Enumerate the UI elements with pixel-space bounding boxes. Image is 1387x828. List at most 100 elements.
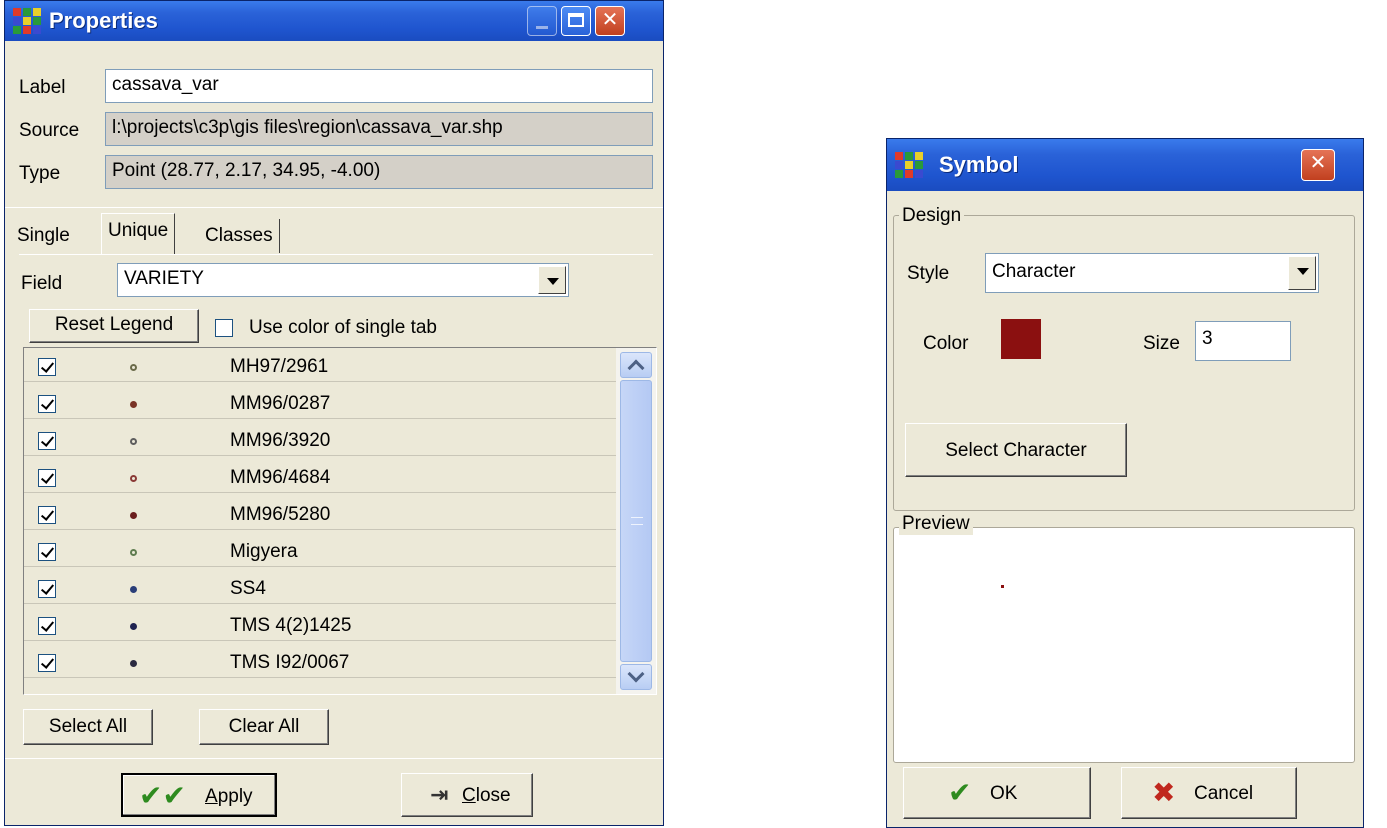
cancel-label: Cancel	[1194, 783, 1254, 804]
ok-button[interactable]: ✔ OK	[903, 767, 1091, 819]
tab-panel-border	[19, 254, 653, 255]
marker-dot	[130, 512, 137, 519]
double-check-icon: ✔✔	[139, 780, 186, 811]
close-window-button[interactable]: ✕	[1301, 149, 1335, 181]
item-label: TMS 4(2)1425	[230, 615, 352, 636]
marker-dot	[130, 549, 137, 556]
item-label: TMS I92/0067	[230, 652, 350, 673]
preview-group-label: Preview	[899, 513, 973, 535]
close-icon: ✕	[1309, 152, 1327, 174]
scroll-down-button[interactable]	[620, 664, 652, 690]
item-label: MM96/5280	[230, 504, 331, 525]
check-icon: ✔	[948, 777, 972, 808]
symbol-titlebar[interactable]: Symbol ✕	[887, 139, 1363, 191]
marker-dot	[130, 364, 137, 371]
scroll-up-button[interactable]	[620, 352, 652, 378]
color-swatch[interactable]	[1001, 319, 1041, 359]
legend-list[interactable]: MH97/2961 MM96/0287 MM96/3920 MM96/4684 …	[23, 347, 657, 695]
cancel-button[interactable]: ✖ Cancel	[1121, 767, 1297, 819]
marker-dot	[130, 623, 137, 630]
checkbox[interactable]	[38, 432, 56, 450]
field-select-value: VARIETY	[124, 268, 204, 289]
vertical-scrollbar[interactable]	[616, 348, 656, 694]
tab-unique[interactable]: Unique	[101, 213, 176, 255]
chevron-down-icon[interactable]	[538, 266, 566, 294]
close-button[interactable]: ⇥ Close	[401, 773, 533, 817]
source-caption: Source	[19, 120, 80, 141]
type-field: Point (28.77, 2.17, 34.95, -4.00)	[105, 155, 653, 189]
cross-icon: ✖	[1152, 777, 1176, 808]
apply-label: Apply	[205, 786, 253, 807]
minimize-icon	[536, 26, 548, 29]
list-item[interactable]: MM96/0287	[24, 389, 616, 419]
checkbox[interactable]	[38, 580, 56, 598]
properties-title: Properties	[49, 8, 158, 33]
use-color-single-label: Use color of single tab	[249, 317, 437, 338]
color-caption: Color	[923, 333, 969, 354]
app-icon	[13, 8, 41, 34]
item-label: SS4	[230, 578, 266, 599]
properties-window: Properties ✕ Label cassava_var Source l:…	[4, 0, 664, 826]
preview-group	[893, 527, 1355, 763]
checkbox[interactable]	[38, 469, 56, 487]
size-input[interactable]: 3	[1195, 321, 1291, 361]
list-item[interactable]: MH97/2961	[24, 352, 616, 382]
design-group-label: Design	[899, 205, 965, 227]
chevron-down-icon[interactable]	[1288, 256, 1316, 290]
list-item[interactable]: SS4	[24, 574, 616, 604]
close-label: Close	[462, 785, 511, 806]
close-window-button[interactable]: ✕	[595, 6, 625, 36]
maximize-icon	[568, 13, 584, 27]
type-caption: Type	[19, 163, 61, 184]
label-input[interactable]: cassava_var	[105, 69, 653, 103]
list-item[interactable]: TMS I92/0067	[24, 648, 616, 678]
symbol-title: Symbol	[939, 152, 1019, 177]
marker-dot	[130, 475, 137, 482]
item-label: MH97/2961	[230, 356, 329, 377]
field-caption: Field	[21, 273, 63, 294]
properties-titlebar[interactable]: Properties ✕	[5, 1, 663, 41]
marker-dot	[130, 586, 137, 593]
footer-separator	[5, 758, 663, 759]
reset-legend-button[interactable]: Reset Legend	[29, 309, 199, 343]
tab-single[interactable]: Single	[11, 219, 76, 253]
field-select[interactable]: VARIETY	[117, 263, 569, 297]
style-select[interactable]: Character	[985, 253, 1319, 293]
tab-classes[interactable]: Classes	[199, 219, 280, 253]
scroll-thumb[interactable]	[620, 380, 652, 662]
checkbox[interactable]	[38, 506, 56, 524]
checkbox[interactable]	[38, 395, 56, 413]
item-label: Migyera	[230, 541, 298, 562]
select-all-button[interactable]: Select All	[23, 709, 153, 745]
style-select-value: Character	[992, 261, 1076, 282]
separator	[5, 207, 663, 208]
item-label: MM96/3920	[230, 430, 331, 451]
list-item[interactable]: TMS 4(2)1425	[24, 611, 616, 641]
list-item[interactable]: MM96/4684	[24, 463, 616, 493]
close-icon: ✕	[601, 9, 619, 31]
item-label: MM96/4684	[230, 467, 331, 488]
grip-icon	[631, 517, 643, 525]
style-caption: Style	[907, 263, 950, 284]
list-item[interactable]: MM96/3920	[24, 426, 616, 456]
exit-door-icon: ⇥	[430, 782, 449, 807]
apply-button[interactable]: ✔✔ Apply	[121, 773, 277, 817]
marker-dot	[130, 401, 137, 408]
symbol-window: Symbol ✕ Design Style Character Color Si…	[886, 138, 1364, 828]
size-caption: Size	[1143, 333, 1180, 354]
list-item[interactable]: Migyera	[24, 537, 616, 567]
checkbox[interactable]	[38, 543, 56, 561]
maximize-button[interactable]	[561, 6, 591, 36]
use-color-single-checkbox[interactable]	[215, 319, 233, 337]
minimize-button[interactable]	[527, 6, 557, 36]
checkbox[interactable]	[38, 617, 56, 635]
preview-dot	[1001, 585, 1004, 588]
list-item[interactable]: MM96/5280	[24, 500, 616, 530]
checkbox[interactable]	[38, 358, 56, 376]
marker-dot	[130, 660, 137, 667]
marker-dot	[130, 438, 137, 445]
checkbox[interactable]	[38, 654, 56, 672]
source-field: l:\projects\c3p\gis files\region\cassava…	[105, 112, 653, 146]
clear-all-button[interactable]: Clear All	[199, 709, 329, 745]
select-character-button[interactable]: Select Character	[905, 423, 1127, 477]
